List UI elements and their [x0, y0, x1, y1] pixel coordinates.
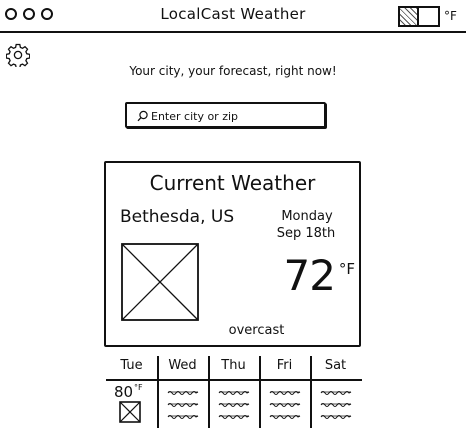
unit-toggle-fahrenheit[interactable] [400, 8, 419, 25]
placeholder-text-scribble [320, 403, 352, 407]
location-name: Bethesda, US [120, 207, 235, 227]
forecast-day[interactable]: Sat [310, 356, 361, 428]
current-temperature: 72 [283, 251, 336, 300]
app-title: LocalCast Weather [160, 5, 306, 23]
image-placeholder-icon [121, 243, 199, 321]
placeholder-text-scribble [167, 391, 199, 395]
forecast-day-name: Sat [324, 358, 347, 373]
search-input[interactable] [151, 107, 321, 125]
placeholder-text-scribble [269, 391, 301, 395]
unit-toggle-label: °F [444, 9, 457, 23]
placeholder-text-scribble [269, 403, 301, 407]
forecast-strip: Tue 80 °F Wed Thu Fri Sat [106, 356, 362, 428]
placeholder-text-scribble [167, 403, 199, 407]
placeholder-text-scribble [167, 415, 199, 419]
placeholder-text-scribble [218, 415, 250, 419]
forecast-day-name: Wed [168, 358, 197, 373]
forecast-day[interactable]: Thu [208, 356, 259, 428]
placeholder-text-scribble [320, 391, 352, 395]
forecast-temperature: 80 [114, 383, 134, 401]
placeholder-text-scribble [218, 391, 250, 395]
weather-description: overcast [228, 323, 285, 338]
tagline: Your city, your forecast, right now! [129, 64, 337, 78]
forecast-day[interactable]: Wed [157, 356, 208, 428]
current-date: Sep 18th [276, 226, 336, 241]
forecast-day-name: Thu [221, 358, 246, 373]
forecast-day-name: Tue [120, 358, 143, 373]
forecast-day-name: Fri [276, 358, 293, 373]
current-weather-card: Current Weather Bethesda, US Monday Sep … [104, 161, 361, 347]
title-bar: LocalCast Weather °F [0, 0, 466, 34]
card-title: Current Weather [149, 171, 316, 195]
search-icon [137, 110, 148, 122]
placeholder-text-scribble [269, 415, 301, 419]
forecast-day[interactable]: Fri [259, 356, 310, 428]
forecast-day[interactable]: Tue 80 °F [106, 356, 157, 428]
placeholder-text-scribble [320, 415, 352, 419]
current-temperature-unit: °F [338, 260, 355, 278]
search-box[interactable] [125, 102, 326, 128]
unit-toggle[interactable] [398, 6, 440, 27]
current-day: Monday [281, 209, 333, 224]
forecast-temperature-unit: °F [134, 383, 143, 392]
unit-toggle-celsius[interactable] [419, 8, 438, 25]
title-divider [0, 31, 466, 33]
placeholder-text-scribble [218, 403, 250, 407]
image-placeholder-icon [119, 401, 141, 423]
